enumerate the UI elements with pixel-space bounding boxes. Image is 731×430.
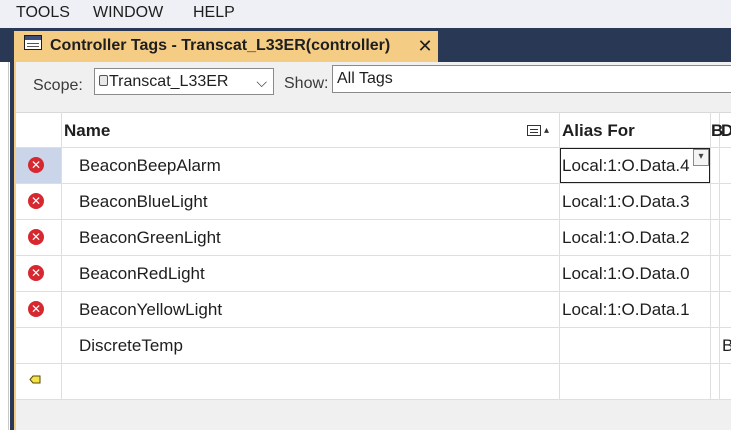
show-filter-value: All Tags bbox=[337, 70, 393, 87]
column-chooser-icon[interactable]: ▴ bbox=[527, 124, 557, 138]
tab-title: Controller Tags - Transcat_L33ER(control… bbox=[50, 37, 391, 54]
tag-name-cell[interactable]: BeaconBeepAlarm bbox=[79, 156, 221, 176]
alias-for-cell[interactable]: Local:1:O.Data.4 bbox=[562, 156, 690, 176]
close-icon[interactable]: ✕ bbox=[417, 36, 433, 56]
alias-for-cell[interactable]: Local:1:O.Data.1 bbox=[562, 300, 690, 320]
tag-name-cell[interactable]: BeaconGreenLight bbox=[79, 228, 221, 248]
error-icon: ✕ bbox=[28, 193, 44, 209]
grid-line bbox=[16, 219, 731, 220]
menu-window[interactable]: WINDOW bbox=[93, 3, 163, 23]
grid-line bbox=[61, 112, 62, 400]
column-header-name[interactable]: Name bbox=[64, 121, 110, 141]
grid-line bbox=[16, 291, 731, 292]
show-filter-input[interactable]: All Tags bbox=[332, 65, 731, 93]
controller-icon bbox=[99, 75, 108, 86]
scope-label: Scope: bbox=[33, 77, 83, 94]
grid-line bbox=[16, 327, 731, 328]
tag-table-icon bbox=[24, 35, 42, 50]
menu-bar: TOOLS WINDOW HELP bbox=[0, 0, 731, 28]
alias-for-cell[interactable]: Local:1:O.Data.2 bbox=[562, 228, 690, 248]
alias-for-cell[interactable]: Local:1:O.Data.0 bbox=[562, 264, 690, 284]
b-cell[interactable]: B bbox=[722, 336, 731, 356]
tag-name-cell[interactable]: DiscreteTemp bbox=[79, 336, 183, 356]
left-pane-divider bbox=[8, 62, 9, 430]
tag-name-cell[interactable]: BeaconRedLight bbox=[79, 264, 205, 284]
grid-footer bbox=[16, 400, 731, 430]
scope-dropdown[interactable]: Transcat_L33ER ⌵ bbox=[94, 68, 274, 95]
alias-for-cell[interactable]: Local:1:O.Data.3 bbox=[562, 192, 690, 212]
grid-line bbox=[16, 183, 731, 184]
grid-line bbox=[16, 255, 731, 256]
error-icon: ✕ bbox=[28, 301, 44, 317]
tag-name-cell[interactable]: BeaconYellowLight bbox=[79, 300, 222, 320]
show-label: Show: bbox=[284, 75, 329, 92]
scope-value: Transcat_L33ER bbox=[109, 73, 229, 90]
menu-help[interactable]: HELP bbox=[193, 3, 235, 23]
chevron-down-icon[interactable]: ⌵ bbox=[256, 72, 267, 92]
sort-ascending-icon: ▴ bbox=[544, 125, 550, 136]
column-header-alias-for[interactable]: Alias For bbox=[562, 121, 635, 141]
grid-line bbox=[16, 363, 731, 364]
menu-tools[interactable]: TOOLS bbox=[16, 3, 70, 23]
chevron-down-icon[interactable]: ▾ bbox=[693, 149, 709, 166]
error-icon: ✕ bbox=[28, 229, 44, 245]
tag-name-cell[interactable]: BeaconBlueLight bbox=[79, 192, 208, 212]
error-icon: ✕ bbox=[28, 157, 44, 173]
grid-line bbox=[710, 112, 711, 400]
column-header-d[interactable]: D bbox=[721, 121, 731, 141]
grid-line bbox=[719, 112, 720, 400]
error-icon: ✕ bbox=[28, 265, 44, 281]
new-row-tag-icon bbox=[29, 375, 41, 384]
